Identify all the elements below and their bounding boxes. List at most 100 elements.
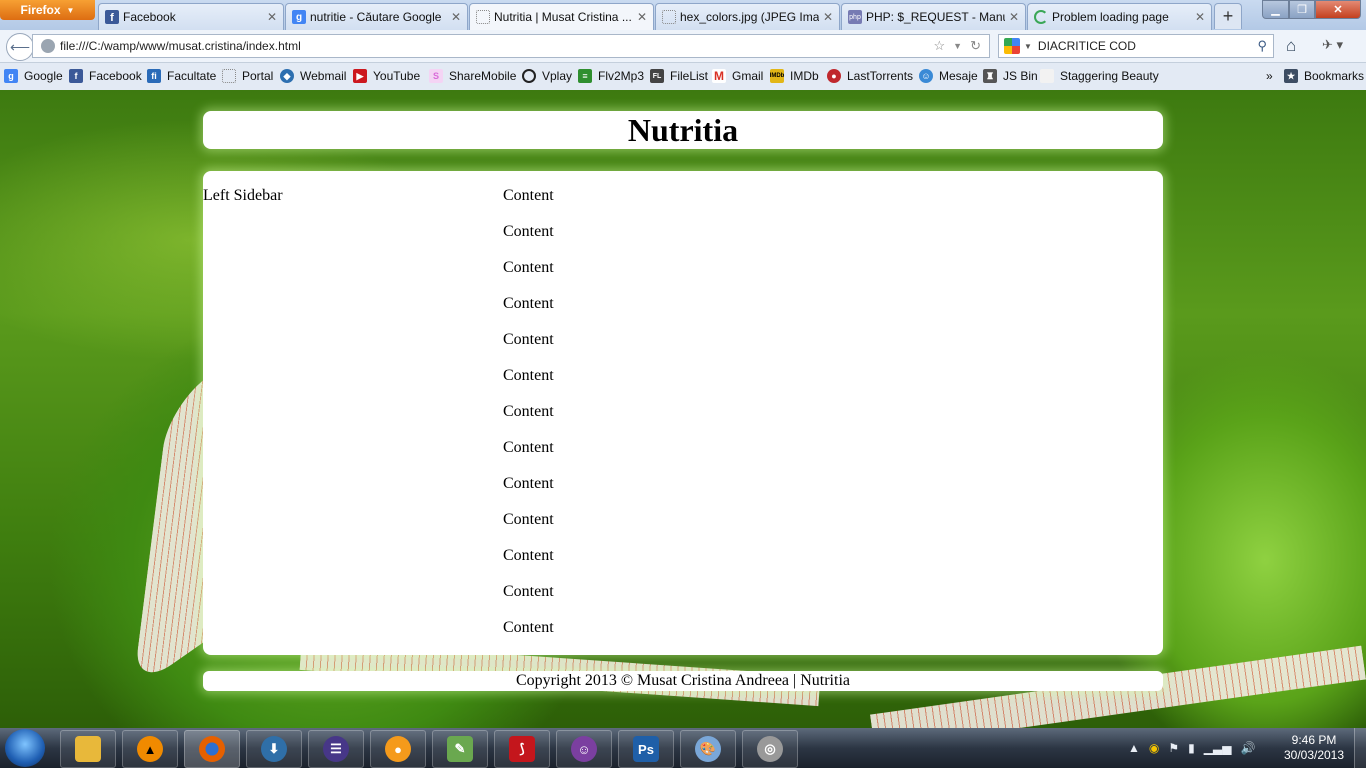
volume-icon[interactable]: 🔊 [1240,741,1255,755]
bookmark-label: Mesaje [939,69,978,83]
bookmark-google[interactable]: g Google [4,69,63,83]
bookmark-vplay[interactable]: Vplay [522,69,572,83]
search-icon[interactable]: ⚲ [1257,38,1267,54]
taskbar-paint[interactable]: 🎨 [680,730,736,768]
bookmark-facebook[interactable]: f Facebook [69,69,142,83]
youtube-icon: ▶ [353,69,367,83]
chevron-right-icon: » [1266,69,1273,83]
bookmark-label: Facebook [89,69,142,83]
taskbar-download-manager[interactable]: ⬇ [246,730,302,768]
tab-php-request[interactable]: php PHP: $_REQUEST - Manual ✕ [841,3,1026,30]
start-button[interactable] [5,729,45,767]
addon-icon[interactable]: ✈ ▾ [1322,37,1343,53]
messenger-icon: ☺ [571,736,597,762]
bookmark-youtube[interactable]: ▶ YouTube [353,69,420,83]
imdb-icon: IMDb [770,69,784,83]
new-tab-button[interactable]: + [1214,3,1242,29]
blank-page-icon [222,69,236,83]
taskbar-vlc[interactable]: ▲ [122,730,178,768]
bookmark-star-icon: ★ [1284,69,1298,83]
network-icon[interactable]: ▁▃▅ [1204,741,1232,755]
bookmark-flv2mp3[interactable]: ≡ Flv2Mp3 [578,69,644,83]
tab-nutritia[interactable]: Nutritia | Musat Cristina ... ✕ [469,3,654,30]
google-icon [1004,38,1020,54]
photoshop-icon: Ps [633,736,659,762]
norton-icon[interactable]: ◉ [1149,741,1159,755]
globe-icon [41,39,55,53]
close-icon[interactable]: ✕ [1195,10,1205,24]
bookmark-label: YouTube [373,69,421,83]
tab-hex-colors[interactable]: hex_colors.jpg (JPEG Ima... ✕ [655,3,840,30]
bookmark-mesaje[interactable]: ☺ Mesaje [919,69,978,83]
taskbar-clock[interactable]: 9:46 PM 30/03/2013 [1276,733,1352,763]
search-bar[interactable]: ▼ DIACRITICE COD ⚲ [998,34,1274,58]
bookmark-portal[interactable]: Portal [222,69,273,83]
tab-facebook[interactable]: f Facebook ✕ [98,3,284,30]
bookmark-webmail[interactable]: ◆ Webmail [280,69,346,83]
taskbar-eclipse[interactable]: ☰ [308,730,364,768]
blank-page-icon [476,10,490,24]
content-column: Content Content Content Content Content … [503,187,554,655]
taskbar-yahoo-messenger[interactable]: ☺ [556,730,612,768]
bookmarks-menu-button[interactable]: ★ Bookmarks [1284,69,1364,83]
bookmark-staggering-beauty[interactable]: Staggering Beauty [1040,69,1159,83]
facebook-icon: f [105,10,119,24]
reload-icon[interactable]: ↻ [970,38,981,54]
notepad-icon: ✎ [447,736,473,762]
bookmark-label: Gmail [732,69,764,83]
close-icon[interactable]: ✕ [451,10,461,24]
star-icon[interactable]: ☆ [934,38,946,54]
window-close-button[interactable]: ✕ [1315,0,1361,19]
taskbar-firefox[interactable] [184,730,240,768]
bookmark-filelist[interactable]: FL FileList [650,69,708,83]
content-item: Content [503,331,554,348]
arrow-left-icon: ⟵ [9,38,31,55]
chevron-down-icon[interactable]: ▼ [953,41,962,51]
minimize-icon: ▁ [1271,4,1280,16]
taskbar-photoshop[interactable]: Ps [618,730,674,768]
bookmark-facultate[interactable]: fi Facultate [147,69,216,83]
bookmark-jsbin[interactable]: ♜ JS Bin [983,69,1038,83]
bookmark-sharemobile[interactable]: S ShareMobile [429,69,516,83]
url-bar[interactable]: file:///C:/wamp/www/musat.cristina/index… [32,34,990,58]
chevron-down-icon: ▼ [66,5,75,15]
show-hidden-icons-icon[interactable]: ▲ [1128,741,1140,755]
close-icon[interactable]: ✕ [267,10,277,24]
vplay-icon [522,69,536,83]
home-icon[interactable]: ⌂ [1286,36,1296,56]
minimize-button[interactable]: ▁ [1262,0,1289,19]
content-item: Content [503,511,554,528]
left-sidebar: Left Sidebar [203,187,283,204]
firefox-menu-button[interactable]: Firefox ▼ [0,0,95,20]
tab-title: nutritie - Căutare Google [310,10,442,24]
bookmarks-overflow-button[interactable]: » [1266,69,1273,83]
taskbar-media-player[interactable]: ● [370,730,426,768]
action-center-flag-icon[interactable]: ⚑ [1168,741,1179,755]
bookmark-lasttorrents[interactable]: ● LastTorrents [827,69,913,83]
bookmark-gmail[interactable]: M Gmail [712,69,763,83]
close-icon[interactable]: ✕ [1009,10,1019,24]
mesaje-icon: ☺ [919,69,933,83]
close-icon[interactable]: ✕ [823,10,833,24]
bookmarks-menu-label: Bookmarks [1304,69,1365,83]
show-desktop-button[interactable] [1354,728,1366,768]
back-button[interactable]: ⟵ [6,33,34,61]
content-item: Content [503,403,554,420]
close-icon[interactable]: ✕ [637,10,647,24]
tab-google-search[interactable]: g nutritie - Căutare Google ✕ [285,3,468,30]
taskbar-acrobat[interactable]: ⟆ [494,730,550,768]
page-footer: Copyright 2013 © Musat Cristina Andreea … [203,671,1163,691]
taskbar-notepad-plus[interactable]: ✎ [432,730,488,768]
chevron-down-icon[interactable]: ▼ [1024,42,1032,51]
taskbar-audio[interactable]: ◎ [742,730,798,768]
maximize-button[interactable]: ❐ [1289,0,1315,19]
bookmark-imdb[interactable]: IMDb IMDb [770,69,819,83]
loading-icon [1034,10,1048,24]
tab-title: PHP: $_REQUEST - Manual [866,10,1005,24]
jsbin-icon: ♜ [983,69,997,83]
search-input[interactable]: DIACRITICE COD [1038,39,1258,53]
gmail-icon: M [712,69,726,83]
taskbar-explorer[interactable] [60,730,116,768]
power-icon[interactable]: ▮ [1188,741,1195,755]
tab-problem-loading[interactable]: Problem loading page ✕ [1027,3,1212,30]
